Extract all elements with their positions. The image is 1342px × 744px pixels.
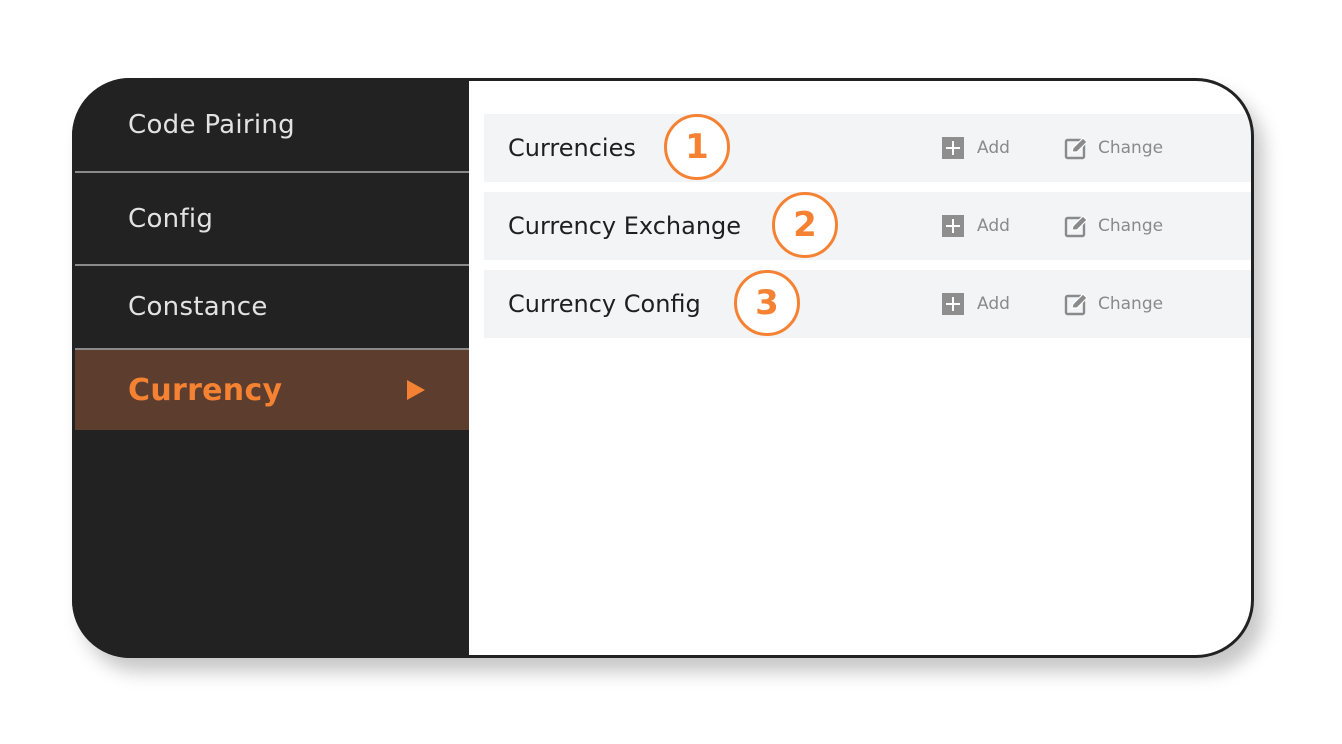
sidebar-divider bbox=[72, 171, 469, 173]
add-label: Add bbox=[977, 138, 1010, 158]
sidebar-item-label: Constance bbox=[128, 292, 268, 322]
change-label: Change bbox=[1098, 138, 1164, 158]
plus-square-icon bbox=[942, 293, 964, 315]
model-row-currency-config: Currency Config 3 Add Change bbox=[484, 270, 1254, 338]
sidebar: Code Pairing Config Constance Currency bbox=[72, 78, 469, 658]
step-badge: 3 bbox=[734, 270, 800, 336]
sidebar-item-currency[interactable]: Currency bbox=[72, 350, 469, 430]
triangle-right-icon bbox=[407, 380, 425, 400]
sidebar-item-code-pairing[interactable]: Code Pairing bbox=[72, 78, 469, 172]
edit-pencil-icon bbox=[1064, 293, 1088, 316]
sidebar-item-config[interactable]: Config bbox=[72, 174, 469, 264]
plus-square-icon bbox=[942, 137, 964, 159]
main-content: Currencies 1 Add Change Currency Exchang… bbox=[469, 78, 1254, 658]
model-link-currency-config[interactable]: Currency Config bbox=[508, 270, 701, 338]
add-label: Add bbox=[977, 294, 1010, 314]
add-button[interactable]: Add bbox=[942, 114, 1010, 182]
change-label: Change bbox=[1098, 216, 1164, 236]
step-badge: 2 bbox=[772, 192, 838, 258]
model-link-currencies[interactable]: Currencies bbox=[508, 114, 636, 182]
step-badge: 1 bbox=[664, 114, 730, 180]
add-button[interactable]: Add bbox=[942, 270, 1010, 338]
add-button[interactable]: Add bbox=[942, 192, 1010, 260]
app-window: Code Pairing Config Constance Currency C… bbox=[72, 78, 1254, 658]
change-label: Change bbox=[1098, 294, 1164, 314]
sidebar-item-label: Config bbox=[128, 204, 214, 234]
sidebar-item-constance[interactable]: Constance bbox=[72, 266, 469, 348]
plus-square-icon bbox=[942, 215, 964, 237]
change-button[interactable]: Change bbox=[1064, 114, 1163, 182]
sidebar-item-label: Code Pairing bbox=[128, 110, 295, 140]
edit-pencil-icon bbox=[1064, 137, 1088, 160]
change-button[interactable]: Change bbox=[1064, 192, 1163, 260]
change-button[interactable]: Change bbox=[1064, 270, 1163, 338]
model-row-currency-exchange: Currency Exchange 2 Add Change bbox=[484, 192, 1254, 260]
add-label: Add bbox=[977, 216, 1010, 236]
model-row-currencies: Currencies 1 Add Change bbox=[484, 114, 1254, 182]
sidebar-item-label: Currency bbox=[128, 372, 283, 408]
model-link-currency-exchange[interactable]: Currency Exchange bbox=[508, 192, 741, 260]
edit-pencil-icon bbox=[1064, 215, 1088, 238]
